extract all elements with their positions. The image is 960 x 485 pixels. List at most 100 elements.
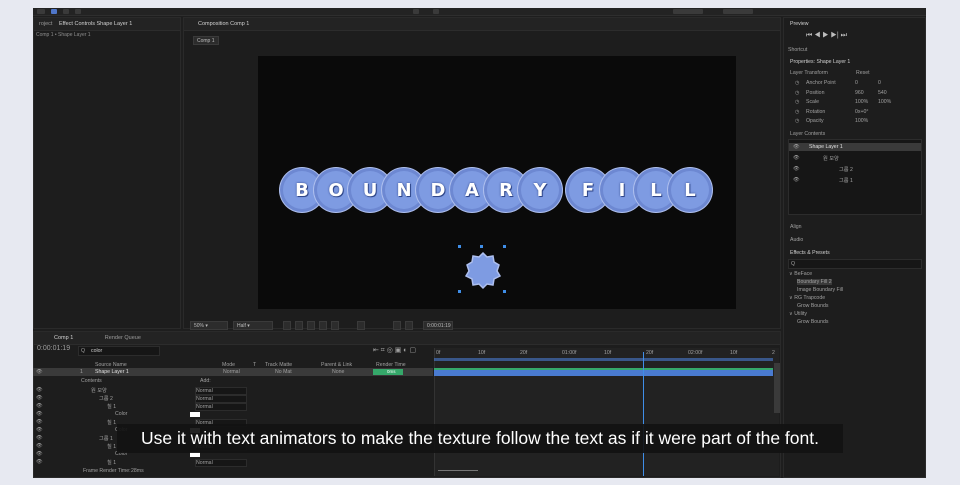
channel-icon[interactable] xyxy=(331,321,339,330)
current-time-indicator[interactable] xyxy=(643,352,644,476)
effects-category[interactable]: ∨ BeFace xyxy=(789,271,812,277)
eye-icon[interactable]: 👁 xyxy=(36,427,43,433)
stopwatch-icon[interactable]: ◷ xyxy=(795,118,800,124)
hand-tool-icon[interactable] xyxy=(63,9,69,14)
align-title[interactable]: Align xyxy=(790,224,802,230)
layer-matte-select[interactable]: No Mat xyxy=(275,369,292,375)
timeline-property-row[interactable]: 칠 1 xyxy=(107,443,116,450)
effects-category[interactable]: ∨ Utility xyxy=(789,311,807,317)
effects-search-input[interactable]: Q xyxy=(788,259,922,269)
stopwatch-icon[interactable]: ◷ xyxy=(795,99,800,105)
ruler-tick-label: 20f xyxy=(520,350,528,356)
eye-icon[interactable]: 👁 xyxy=(793,144,800,150)
timeline-property-row[interactable]: 원 모양 xyxy=(91,387,107,394)
timeline-zoom-slider[interactable] xyxy=(438,470,478,471)
reset-link[interactable]: Reset xyxy=(856,70,870,76)
transform-value-2[interactable]: 540 xyxy=(878,90,887,96)
comp-breadcrumb-button[interactable]: Comp 1 xyxy=(193,36,219,45)
eye-icon[interactable]: 👁 xyxy=(36,369,43,375)
zoom-select[interactable]: 50% ▾ xyxy=(190,321,228,330)
viewer-timecode[interactable]: 0:00:01:19 xyxy=(423,321,453,330)
color-swatch[interactable] xyxy=(190,412,200,417)
transform-value-1[interactable]: 0x+0° xyxy=(855,109,868,115)
blend-mode-select[interactable]: Normal xyxy=(195,459,247,467)
timeline-property-row[interactable]: 그룹 2 xyxy=(99,395,113,402)
eye-icon[interactable]: 👁 xyxy=(36,459,43,465)
eye-icon[interactable]: 👁 xyxy=(793,166,800,172)
eye-icon[interactable]: 👁 xyxy=(793,155,800,161)
timeline-search-input[interactable]: Q color xyxy=(78,346,160,356)
tab-comp-1[interactable]: Comp 1 xyxy=(54,335,73,341)
tab-effect-controls[interactable]: Effect Controls Shape Layer 1 xyxy=(59,21,132,27)
stopwatch-icon[interactable]: ◷ xyxy=(795,90,800,96)
timeline-scrollbar[interactable] xyxy=(774,363,780,413)
workspace-review[interactable] xyxy=(723,9,753,14)
transparency-grid-icon[interactable] xyxy=(295,321,303,330)
eye-icon[interactable]: 👁 xyxy=(36,395,43,401)
transform-value-1[interactable]: 100% xyxy=(855,118,868,124)
blend-mode-select[interactable]: Normal xyxy=(195,387,247,395)
eye-icon[interactable]: 👁 xyxy=(36,403,43,409)
tab-render-queue[interactable]: Render Queue xyxy=(105,335,141,341)
eye-icon[interactable]: 👁 xyxy=(36,451,43,457)
timeline-property-row[interactable]: 칠 1 xyxy=(107,419,116,426)
resolution-select[interactable]: Half ▾ xyxy=(233,321,273,330)
effects-item[interactable]: Boundary Fill 2 xyxy=(797,279,832,285)
workspace-default[interactable] xyxy=(673,9,703,14)
effects-item[interactable]: Grow Bounds xyxy=(797,319,828,325)
pin-tool-icon[interactable] xyxy=(433,9,439,14)
contents-item-group[interactable]: 원 모양 xyxy=(823,155,839,162)
home-icon[interactable] xyxy=(37,9,45,14)
effects-item[interactable]: Grow Bounds xyxy=(797,303,828,309)
transform-value-2[interactable]: 0 xyxy=(878,80,881,86)
contents-item-shape-layer[interactable]: Shape Layer 1 xyxy=(809,144,843,150)
tab-project[interactable]: roject xyxy=(39,21,52,27)
layer-parent-select[interactable]: None xyxy=(332,369,344,375)
mask-toggle-icon[interactable] xyxy=(307,321,315,330)
region-icon[interactable] xyxy=(283,321,291,330)
transform-value-1[interactable]: 0 xyxy=(855,80,858,86)
selection-tool-icon[interactable] xyxy=(51,9,57,14)
zoom-tool-icon[interactable] xyxy=(75,9,81,14)
timeline-property-row[interactable]: 칠 1 xyxy=(107,403,116,410)
add-menu[interactable]: Add: xyxy=(200,378,211,384)
work-area-bar[interactable] xyxy=(434,358,773,361)
audio-title[interactable]: Audio xyxy=(790,237,803,243)
guides-icon[interactable] xyxy=(319,321,327,330)
color-management-icon[interactable] xyxy=(357,321,365,330)
eye-icon[interactable]: 👁 xyxy=(793,177,800,183)
eye-icon[interactable]: 👁 xyxy=(36,443,43,449)
transform-property-name: Rotation xyxy=(806,108,826,115)
snapshot-icon[interactable] xyxy=(393,321,401,330)
transform-value-2[interactable]: 100% xyxy=(878,99,891,105)
transform-value-1[interactable]: 960 xyxy=(855,90,864,96)
video-caption: Use it with text animators to make the t… xyxy=(117,424,843,453)
eye-icon[interactable]: 👁 xyxy=(36,435,43,441)
contents-label[interactable]: Contents xyxy=(81,378,102,384)
timeline-timecode[interactable]: 0:00:01:19 xyxy=(37,345,70,352)
brush-tool-icon[interactable] xyxy=(413,9,419,14)
layer-name[interactable]: Shape Layer 1 xyxy=(95,369,129,375)
layer-mode-select[interactable]: Normal xyxy=(223,369,240,375)
stopwatch-icon[interactable]: ◷ xyxy=(795,80,800,86)
effects-item[interactable]: Image Boundary Fill xyxy=(797,287,843,293)
timeline-property-row[interactable]: 그룹 1 xyxy=(99,435,113,442)
stopwatch-icon[interactable]: ◷ xyxy=(795,109,800,115)
timeline-switch-icons[interactable]: ⇤ ⌗ ◎ ▣ ◐ ▢ xyxy=(373,346,416,355)
show-snapshot-icon[interactable] xyxy=(405,321,413,330)
playback-controls[interactable]: ⏮ ◀ ▶ ▶| ⏭ xyxy=(806,32,847,40)
contents-item-group-2[interactable]: 그룹 2 xyxy=(839,166,853,173)
effects-category[interactable]: ∨ RG Trapcode xyxy=(789,295,825,301)
tab-composition[interactable]: Composition Comp 1 xyxy=(198,21,249,27)
timeline-property-row[interactable]: 칠 1 xyxy=(107,459,116,466)
eye-icon[interactable]: 👁 xyxy=(36,411,43,417)
transform-value-1[interactable]: 100% xyxy=(855,99,868,105)
eye-icon[interactable]: 👁 xyxy=(36,387,43,393)
blend-mode-select[interactable]: Normal xyxy=(195,403,247,411)
contents-item-group-1[interactable]: 그룹 1 xyxy=(839,177,853,184)
eye-icon[interactable]: 👁 xyxy=(36,419,43,425)
timeline-property-row[interactable]: Color xyxy=(115,411,127,417)
blend-mode-select[interactable]: Normal xyxy=(195,395,247,403)
ruler-tick-label: 20f xyxy=(646,350,654,356)
after-effects-window: roject Effect Controls Shape Layer 1 Com… xyxy=(33,8,926,478)
